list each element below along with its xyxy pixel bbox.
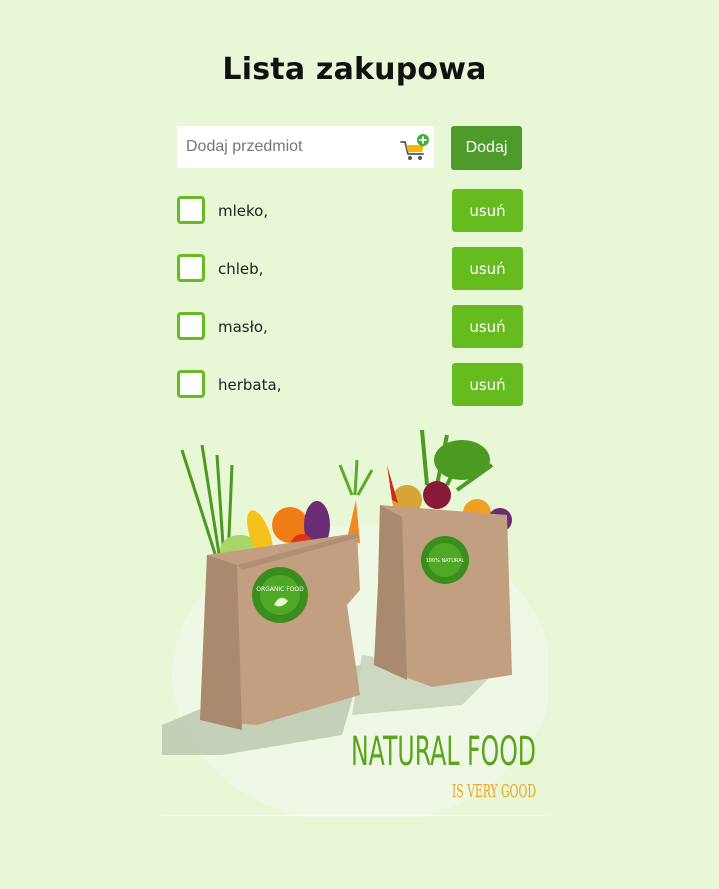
- remove-button[interactable]: usuń: [452, 305, 523, 348]
- natural-food-illustration: ORGANIC FOOD 100% NATURAL NATURAL FOOD I…: [162, 429, 548, 817]
- item-label: herbata,: [218, 376, 282, 394]
- add-item-input-wrapper: [177, 126, 434, 168]
- list-item: herbata, usuń: [177, 363, 523, 406]
- item-label: mleko,: [218, 202, 269, 220]
- add-button[interactable]: Dodaj: [451, 126, 522, 170]
- organic-food-badge-icon: ORGANIC FOOD: [252, 567, 308, 623]
- tagline-text: IS VERY GOOD: [452, 781, 536, 802]
- paper-bag-right-icon: [374, 505, 512, 687]
- remove-button[interactable]: usuń: [452, 189, 523, 232]
- cart-plus-icon[interactable]: [399, 133, 429, 163]
- remove-button[interactable]: usuń: [452, 363, 523, 406]
- item-checkbox[interactable]: [177, 312, 205, 340]
- list-item: masło, usuń: [177, 305, 523, 348]
- headline-text: NATURAL FOOD: [351, 729, 536, 775]
- page-title: Lista zakupowa: [222, 52, 487, 87]
- item-label: chleb,: [218, 260, 264, 278]
- paper-bag-left-icon: [200, 533, 360, 730]
- item-checkbox[interactable]: [177, 254, 205, 282]
- item-checkbox[interactable]: [177, 370, 205, 398]
- item-label: masło,: [218, 318, 268, 336]
- list-item: chleb, usuń: [177, 247, 523, 290]
- add-item-input[interactable]: [177, 126, 387, 168]
- badge-right-text: 100% NATURAL: [426, 558, 465, 564]
- remove-button[interactable]: usuń: [452, 247, 523, 290]
- badge-left-text: ORGANIC FOOD: [256, 586, 304, 593]
- shopping-list-page: Lista zakupowa Dodaj mleko, usuń chleb, …: [0, 0, 719, 889]
- divider: [162, 815, 548, 816]
- item-checkbox[interactable]: [177, 196, 205, 224]
- list-item: mleko, usuń: [177, 189, 523, 232]
- natural-badge-icon: 100% NATURAL: [421, 536, 469, 584]
